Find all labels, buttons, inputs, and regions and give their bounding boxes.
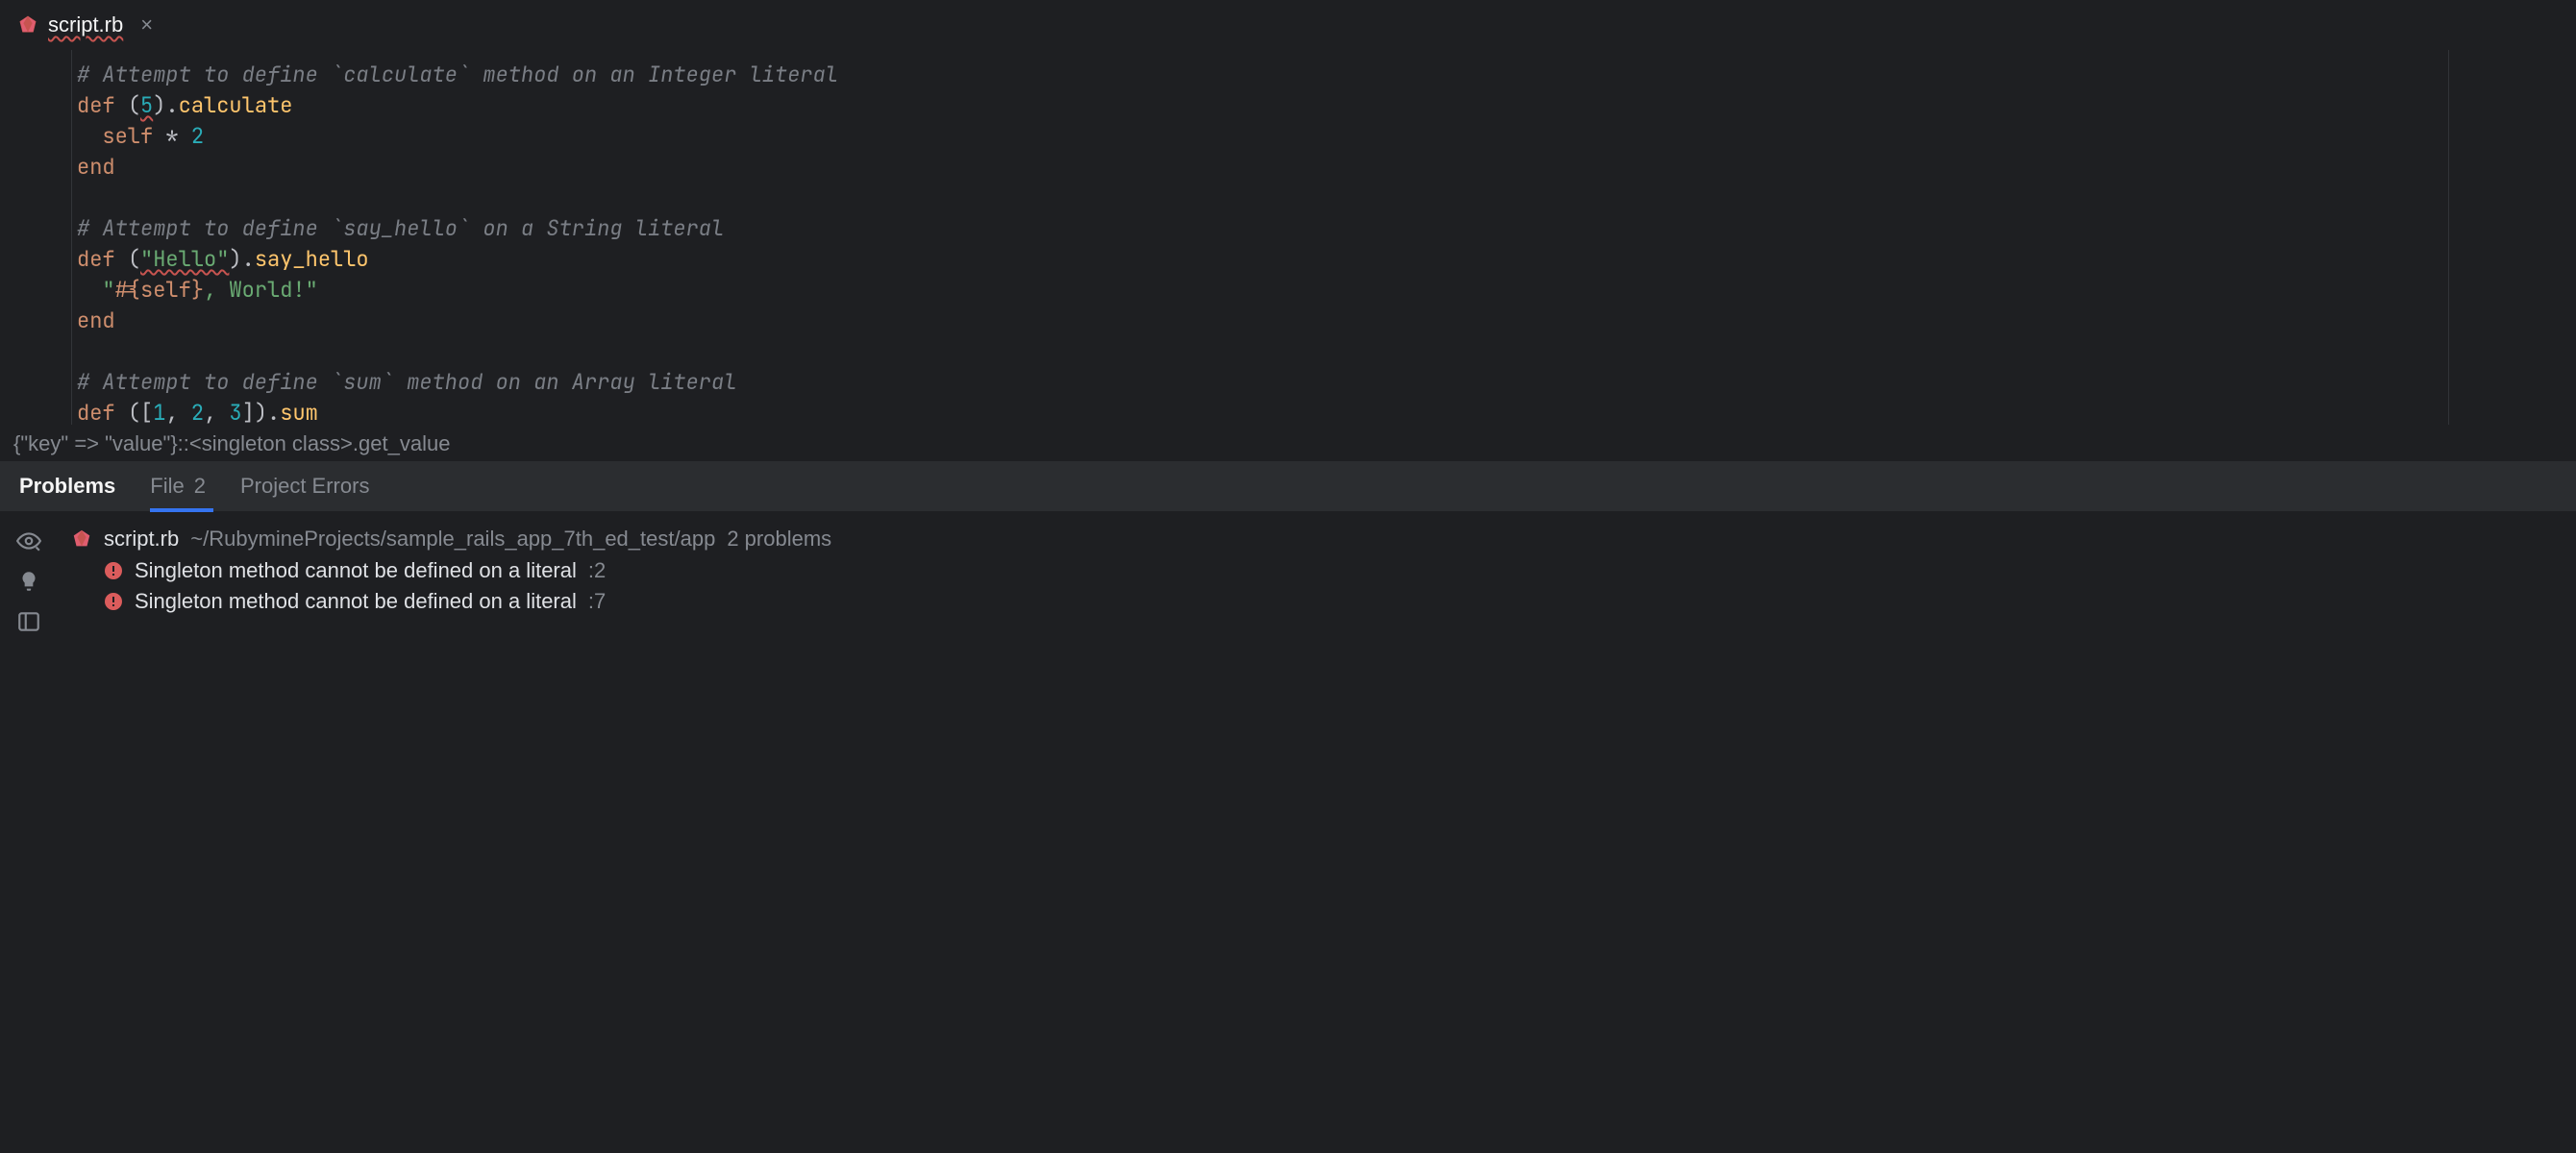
code-punct: ). bbox=[153, 91, 178, 119]
problem-row[interactable]: Singleton method cannot be defined on a … bbox=[58, 586, 2576, 617]
error-icon bbox=[104, 561, 123, 580]
tab-problems[interactable]: Problems bbox=[19, 461, 115, 511]
code-interp: #{ bbox=[115, 276, 140, 304]
problem-line: :2 bbox=[588, 558, 606, 583]
lightbulb-icon[interactable] bbox=[16, 569, 41, 594]
code-keyword: def bbox=[77, 91, 115, 119]
code-method: say_hello bbox=[255, 245, 369, 273]
code-keyword: end bbox=[77, 153, 115, 181]
code-punct: ]). bbox=[242, 399, 281, 425]
tab-file-label: File bbox=[150, 474, 184, 499]
code-string: " bbox=[306, 276, 318, 304]
problem-line: :7 bbox=[588, 589, 606, 614]
code-string: "Hello" bbox=[140, 245, 229, 273]
code-punct: ( bbox=[128, 245, 140, 273]
problems-panel-tabs: Problems File 2 Project Errors bbox=[0, 461, 2576, 511]
ruby-file-icon bbox=[17, 14, 38, 36]
eye-icon[interactable] bbox=[16, 528, 41, 553]
problems-file-path: ~/RubymineProjects/sample_rails_app_7th_… bbox=[190, 527, 715, 552]
tab-problems-label: Problems bbox=[19, 474, 115, 499]
code-punct: ). bbox=[229, 245, 254, 273]
code-number: 5 bbox=[140, 91, 153, 119]
tab-project-errors-label: Project Errors bbox=[240, 474, 369, 499]
code-keyword: end bbox=[77, 307, 115, 334]
breadcrumb-path: {"key" => "value"}::<singleton class>.ge… bbox=[13, 431, 450, 456]
code-punct: , bbox=[165, 399, 190, 425]
tab-underline bbox=[150, 508, 213, 512]
code-number: 1 bbox=[153, 399, 165, 425]
tab-project-errors[interactable]: Project Errors bbox=[240, 461, 369, 511]
editor-tab-label: script.rb bbox=[48, 12, 123, 37]
code-string: , World! bbox=[204, 276, 306, 304]
code-punct: ([ bbox=[128, 399, 153, 425]
code-interp: } bbox=[191, 276, 204, 304]
code-op: * bbox=[153, 122, 191, 150]
code-method: calculate bbox=[179, 91, 293, 119]
code-editor[interactable]: # Attempt to define `calculate` method o… bbox=[0, 50, 2576, 425]
editor-tab-bar: script.rb × bbox=[0, 0, 2576, 50]
problems-file-row[interactable]: script.rb ~/RubymineProjects/sample_rail… bbox=[58, 523, 2576, 555]
problem-message: Singleton method cannot be defined on a … bbox=[135, 589, 577, 614]
problems-list: script.rb ~/RubymineProjects/sample_rail… bbox=[58, 511, 2576, 1153]
code-comment: # Attempt to define `say_hello` on a Str… bbox=[77, 214, 724, 242]
tab-file[interactable]: File 2 bbox=[150, 461, 206, 511]
code-number: 2 bbox=[191, 122, 204, 150]
code-punct: , bbox=[204, 399, 229, 425]
problem-row[interactable]: Singleton method cannot be defined on a … bbox=[58, 555, 2576, 586]
code-comment: # Attempt to define `calculate` method o… bbox=[77, 61, 838, 88]
code-self: self bbox=[140, 276, 191, 304]
code-punct: ( bbox=[128, 91, 140, 119]
sidebar-icon[interactable] bbox=[16, 609, 41, 634]
code-keyword: def bbox=[77, 245, 115, 273]
code-method: sum bbox=[280, 399, 318, 425]
code-number: 3 bbox=[229, 399, 241, 425]
close-icon[interactable]: × bbox=[140, 14, 153, 36]
code-comment: # Attempt to define `sum` method on an A… bbox=[77, 368, 736, 396]
problems-file-name: script.rb bbox=[104, 527, 179, 552]
problems-panel: script.rb ~/RubymineProjects/sample_rail… bbox=[0, 511, 2576, 1153]
code-keyword: def bbox=[77, 399, 115, 425]
breadcrumb[interactable]: {"key" => "value"}::<singleton class>.ge… bbox=[0, 425, 2576, 461]
ruby-file-icon bbox=[71, 528, 92, 550]
code-self: self bbox=[102, 122, 153, 150]
problems-file-count: 2 problems bbox=[727, 527, 831, 552]
code-string: " bbox=[102, 276, 114, 304]
tab-file-count: 2 bbox=[194, 474, 206, 499]
problems-gutter bbox=[0, 511, 58, 1153]
error-icon bbox=[104, 592, 123, 611]
editor-tab[interactable]: script.rb × bbox=[0, 0, 170, 50]
code-number: 2 bbox=[191, 399, 204, 425]
problem-message: Singleton method cannot be defined on a … bbox=[135, 558, 577, 583]
